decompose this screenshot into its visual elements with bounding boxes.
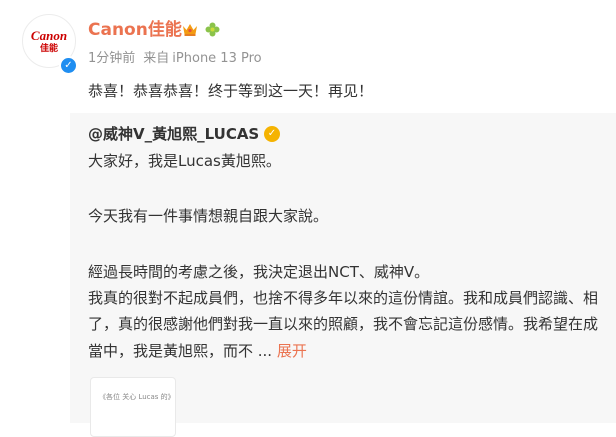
gold-verified-icon: ✓ <box>264 126 280 142</box>
repost-image-thumbnail[interactable]: 《各位 关心 Lucas 的》 <box>90 377 176 437</box>
verified-icon: ✓ <box>59 56 78 75</box>
avatar-logo: Canon <box>30 28 68 43</box>
repost-line: 今天我有一件事情想親自跟大家說。 <box>88 207 329 225</box>
source-label: 来自 <box>143 51 170 66</box>
expand-link[interactable]: 展开 <box>277 342 307 360</box>
post-meta: 1分钟前 来自 iPhone 13 Pro <box>88 50 270 68</box>
thumbnail-text: 《各位 关心 Lucas 的》 <box>99 393 175 401</box>
repost-line: 當中，我是黃旭熙，而不 ... <box>88 342 273 360</box>
avatar-logo-cn: 佳能 <box>39 44 58 54</box>
source-device: iPhone 13 Pro <box>172 51 262 66</box>
repost-line: 經過長時間的考慮之後，我決定退出NCT、威神V。 <box>88 263 430 281</box>
repost-user[interactable]: @威神V_黃旭熙_LUCAS <box>88 123 259 145</box>
author-name[interactable]: Canon佳能 <box>88 19 182 41</box>
post-text: 恭喜！恭喜恭喜！终于等到这一天！再见！ <box>88 82 374 100</box>
repost-last-line: 當中，我是黃旭熙，而不 ... 展开 <box>88 340 307 362</box>
crown-icon[interactable] <box>181 21 199 37</box>
repost-line: 了，真的很感謝他們對我一直以來的照顧，我不會忘記這份感情。我希望在成 <box>88 315 599 333</box>
repost-card[interactable]: @威神V_黃旭熙_LUCAS ✓ 大家好，我是Lucas黃旭熙。 今天我有一件事… <box>70 113 616 437</box>
repost-line: 我真的很對不起成員們，也捨不得多年以來的這份情誼。我和成員們認識、相 <box>88 289 599 307</box>
post-time[interactable]: 1分钟前 <box>88 51 135 66</box>
leaf-icon[interactable] <box>205 22 220 37</box>
repost-line: 大家好，我是Lucas黃旭熙。 <box>88 152 281 170</box>
